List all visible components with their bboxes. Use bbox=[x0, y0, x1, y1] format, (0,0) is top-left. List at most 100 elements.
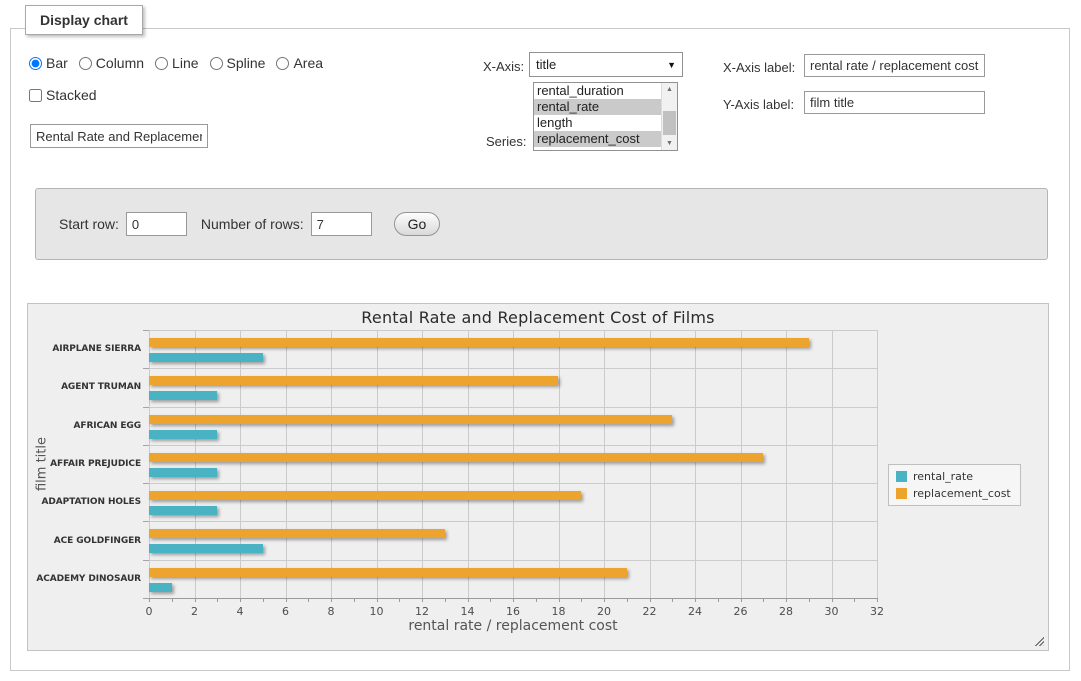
x-tick-label: 26 bbox=[734, 605, 748, 618]
chart-title: Rental Rate and Replacement Cost of Film… bbox=[28, 308, 1048, 327]
bar-rental_rate bbox=[149, 468, 217, 477]
bar-replacement_cost bbox=[149, 338, 809, 347]
legend-item-rental_rate[interactable]: rental_rate bbox=[896, 470, 1011, 483]
bar-replacement_cost bbox=[149, 529, 445, 538]
resize-handle-icon[interactable] bbox=[1033, 635, 1044, 646]
stacked-label: Stacked bbox=[29, 87, 97, 103]
x-axis-select-label: X-Axis: bbox=[483, 59, 524, 74]
gridline bbox=[650, 330, 651, 598]
stacked-checkbox-row: Stacked bbox=[29, 87, 97, 103]
gridline bbox=[877, 330, 878, 598]
chart-type-radio-bar[interactable] bbox=[29, 57, 42, 70]
go-button[interactable]: Go bbox=[394, 212, 441, 236]
legend-label: replacement_cost bbox=[913, 487, 1011, 500]
gridline bbox=[149, 407, 877, 408]
bar-replacement_cost bbox=[149, 415, 672, 424]
category-label: ACADEMY DINOSAUR bbox=[31, 560, 141, 598]
x-axis-title: rental rate / replacement cost bbox=[149, 618, 877, 634]
x-tick-label: 2 bbox=[191, 605, 198, 618]
series-option-rental_duration[interactable]: rental_duration bbox=[534, 83, 661, 99]
series-scrollbar[interactable]: ▲ ▼ bbox=[661, 83, 677, 150]
legend-swatch-icon bbox=[896, 471, 907, 482]
x-tick-label: 20 bbox=[597, 605, 611, 618]
num-rows-label: Number of rows: bbox=[201, 216, 304, 232]
chart-type-radio-line[interactable] bbox=[155, 57, 168, 70]
x-axis-label-input[interactable] bbox=[804, 54, 985, 77]
x-tick-label: 30 bbox=[825, 605, 839, 618]
bar-rental_rate bbox=[149, 583, 172, 592]
x-tick-label: 12 bbox=[415, 605, 429, 618]
x-axis-select[interactable]: title ▼ bbox=[529, 52, 683, 77]
chart-type-radio-area[interactable] bbox=[276, 57, 289, 70]
gridline bbox=[468, 330, 469, 598]
scrollbar-thumb[interactable] bbox=[663, 111, 676, 135]
chart-type-radio-label: Spline bbox=[227, 55, 266, 71]
row-range-panel: Start row: Number of rows: Go bbox=[35, 188, 1048, 260]
x-tick-label: 28 bbox=[779, 605, 793, 618]
fieldset-legend: Display chart bbox=[25, 5, 143, 35]
series-option-replacement_cost[interactable]: replacement_cost bbox=[534, 131, 661, 147]
start-row-label: Start row: bbox=[59, 216, 119, 232]
chart-type-radio-spline[interactable] bbox=[210, 57, 223, 70]
chart-title-input[interactable] bbox=[30, 124, 208, 148]
category-label: AGENT TRUMAN bbox=[31, 368, 141, 406]
bar-replacement_cost bbox=[149, 453, 763, 462]
y-axis-label-field-label: Y-Axis label: bbox=[723, 97, 794, 112]
chart-type-radio-label: Column bbox=[96, 55, 144, 71]
y-axis-title: film title bbox=[35, 437, 50, 491]
series-option-length[interactable]: length bbox=[534, 115, 661, 131]
start-row-input[interactable] bbox=[126, 212, 187, 236]
y-axis-line bbox=[149, 330, 150, 598]
gridline bbox=[377, 330, 378, 598]
x-tick-label: 18 bbox=[552, 605, 566, 618]
bar-replacement_cost bbox=[149, 568, 627, 577]
gridline bbox=[604, 330, 605, 598]
y-axis-label-input[interactable] bbox=[804, 91, 985, 114]
gridline bbox=[286, 330, 287, 598]
bar-rental_rate bbox=[149, 506, 217, 515]
chart-type-radio-label: Area bbox=[293, 55, 323, 71]
x-tick-label: 16 bbox=[506, 605, 520, 618]
x-axis-line bbox=[149, 598, 877, 599]
x-tick-label: 6 bbox=[282, 605, 289, 618]
x-tick-label: 14 bbox=[461, 605, 475, 618]
x-minor-tick bbox=[877, 598, 878, 602]
gridline bbox=[786, 330, 787, 598]
bar-rental_rate bbox=[149, 544, 263, 553]
chart-type-option-column: Column bbox=[79, 55, 144, 71]
category-label: AIRPLANE SIERRA bbox=[31, 330, 141, 368]
series-option-rental_rate[interactable]: rental_rate bbox=[534, 99, 661, 115]
legend-label: rental_rate bbox=[913, 470, 973, 483]
x-tick-label: 22 bbox=[643, 605, 657, 618]
gridline bbox=[695, 330, 696, 598]
gridline bbox=[149, 330, 877, 331]
scroll-up-icon[interactable]: ▲ bbox=[662, 83, 677, 96]
gridline bbox=[195, 330, 196, 598]
gridline bbox=[832, 330, 833, 598]
chart-legend: rental_rate replacement_cost bbox=[888, 464, 1021, 506]
scroll-down-icon[interactable]: ▼ bbox=[662, 137, 677, 150]
legend-item-replacement_cost[interactable]: replacement_cost bbox=[896, 487, 1011, 500]
page: Display chart Bar Column Line Spline Area St… bbox=[0, 0, 1081, 681]
bar-rental_rate bbox=[149, 353, 263, 362]
gridline bbox=[513, 330, 514, 598]
x-tick-label: 10 bbox=[370, 605, 384, 618]
gridline bbox=[741, 330, 742, 598]
chart-type-radio-column[interactable] bbox=[79, 57, 92, 70]
chart-type-option-line: Line bbox=[155, 55, 198, 71]
gridline bbox=[149, 368, 877, 369]
x-tick-label: 0 bbox=[146, 605, 153, 618]
bar-replacement_cost bbox=[149, 491, 581, 500]
series-select-label: Series: bbox=[486, 134, 526, 149]
x-tick-label: 24 bbox=[688, 605, 702, 618]
num-rows-input[interactable] bbox=[311, 212, 372, 236]
x-axis-label-field-label: X-Axis label: bbox=[723, 60, 795, 75]
stacked-checkbox[interactable] bbox=[29, 89, 42, 102]
bar-replacement_cost bbox=[149, 376, 558, 385]
chart-type-radio-label: Bar bbox=[46, 55, 68, 71]
x-tick-label: 4 bbox=[237, 605, 244, 618]
chevron-down-icon: ▼ bbox=[667, 60, 676, 70]
chart-type-radio-label: Line bbox=[172, 55, 198, 71]
chart-type-option-bar: Bar bbox=[29, 55, 68, 71]
series-listbox[interactable]: rental_durationrental_ratelengthreplacem… bbox=[533, 82, 678, 151]
